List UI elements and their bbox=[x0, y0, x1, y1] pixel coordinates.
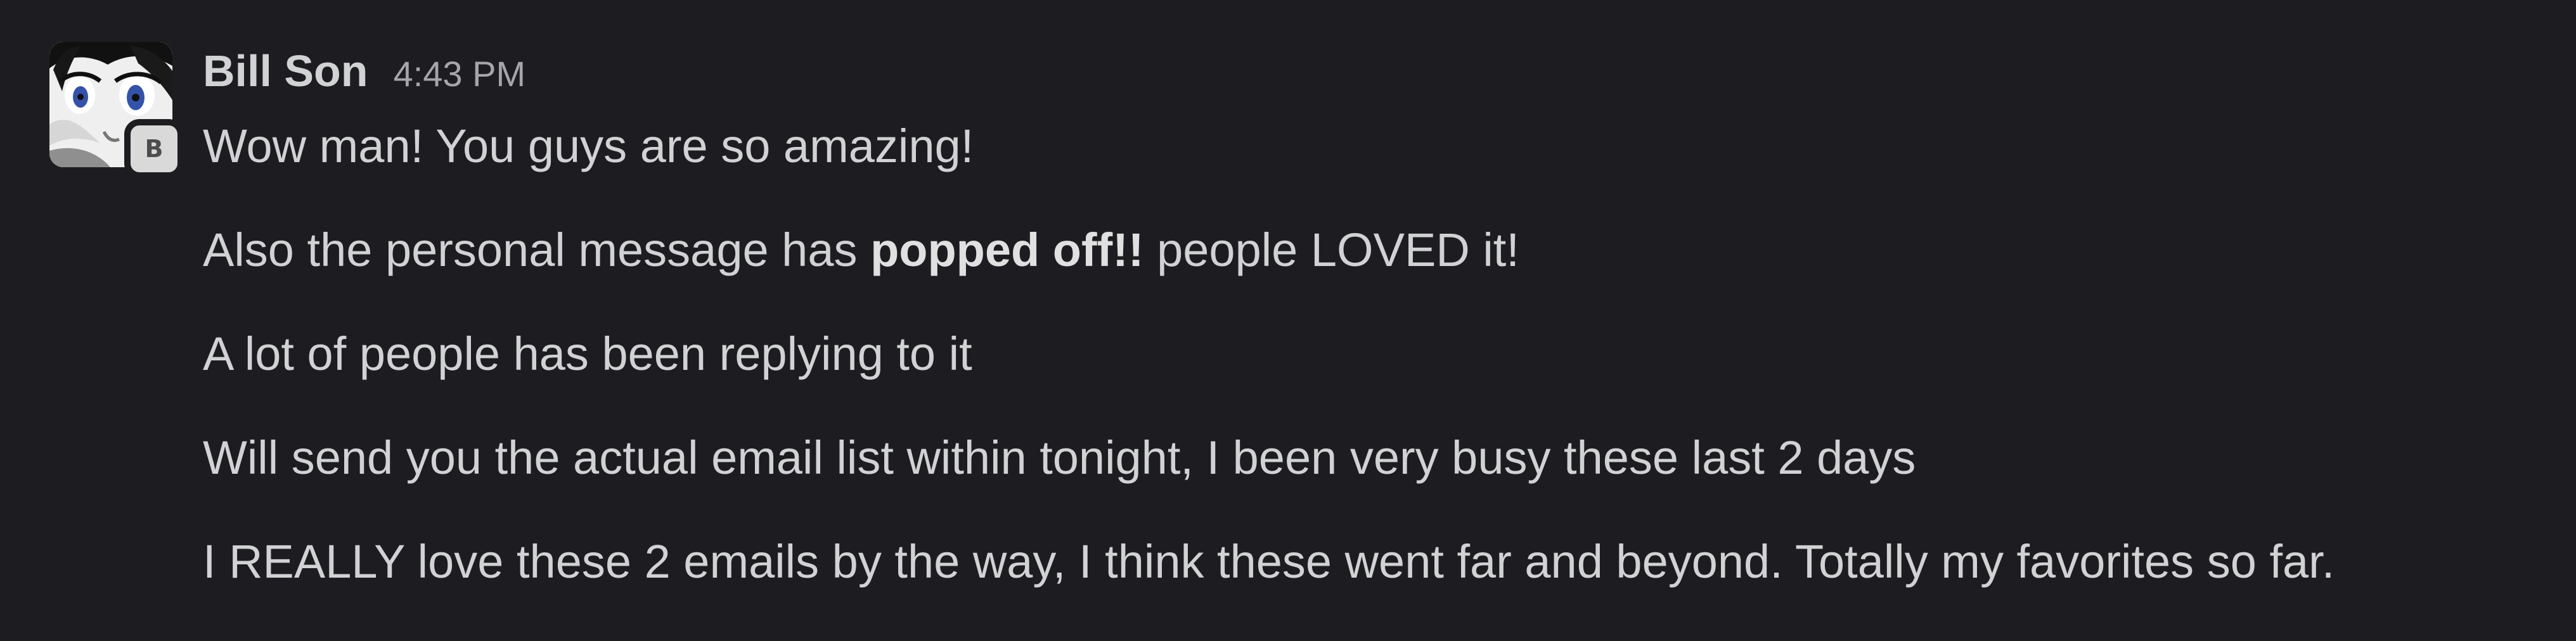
message-text: people LOVED it! bbox=[1143, 224, 1519, 276]
message-line: Wow man! You guys are so amazing! bbox=[203, 120, 974, 172]
message-body: Wow man! You guys are so amazing! Also t… bbox=[203, 114, 2548, 633]
message-text: Also the personal message has bbox=[203, 224, 871, 276]
message-line: Will send you the actual email list with… bbox=[203, 431, 1916, 484]
message-line: Also the personal message has popped off… bbox=[203, 218, 2548, 322]
timestamp[interactable]: 4:43 PM bbox=[394, 54, 526, 94]
sender-name[interactable]: Bill Son bbox=[203, 46, 368, 96]
bold-text: popped off!! bbox=[870, 224, 1144, 276]
message-line: A lot of people has been replying to it bbox=[203, 327, 972, 380]
initial-badge: B bbox=[124, 119, 184, 179]
message-line: I REALLY love these 2 emails by the way,… bbox=[203, 535, 2335, 588]
message-header: Bill Son 4:43 PM bbox=[203, 41, 525, 101]
message: B Bill Son 4:43 PM Wow man! You guys are… bbox=[0, 0, 2576, 641]
avatar-container[interactable]: B bbox=[49, 42, 184, 179]
